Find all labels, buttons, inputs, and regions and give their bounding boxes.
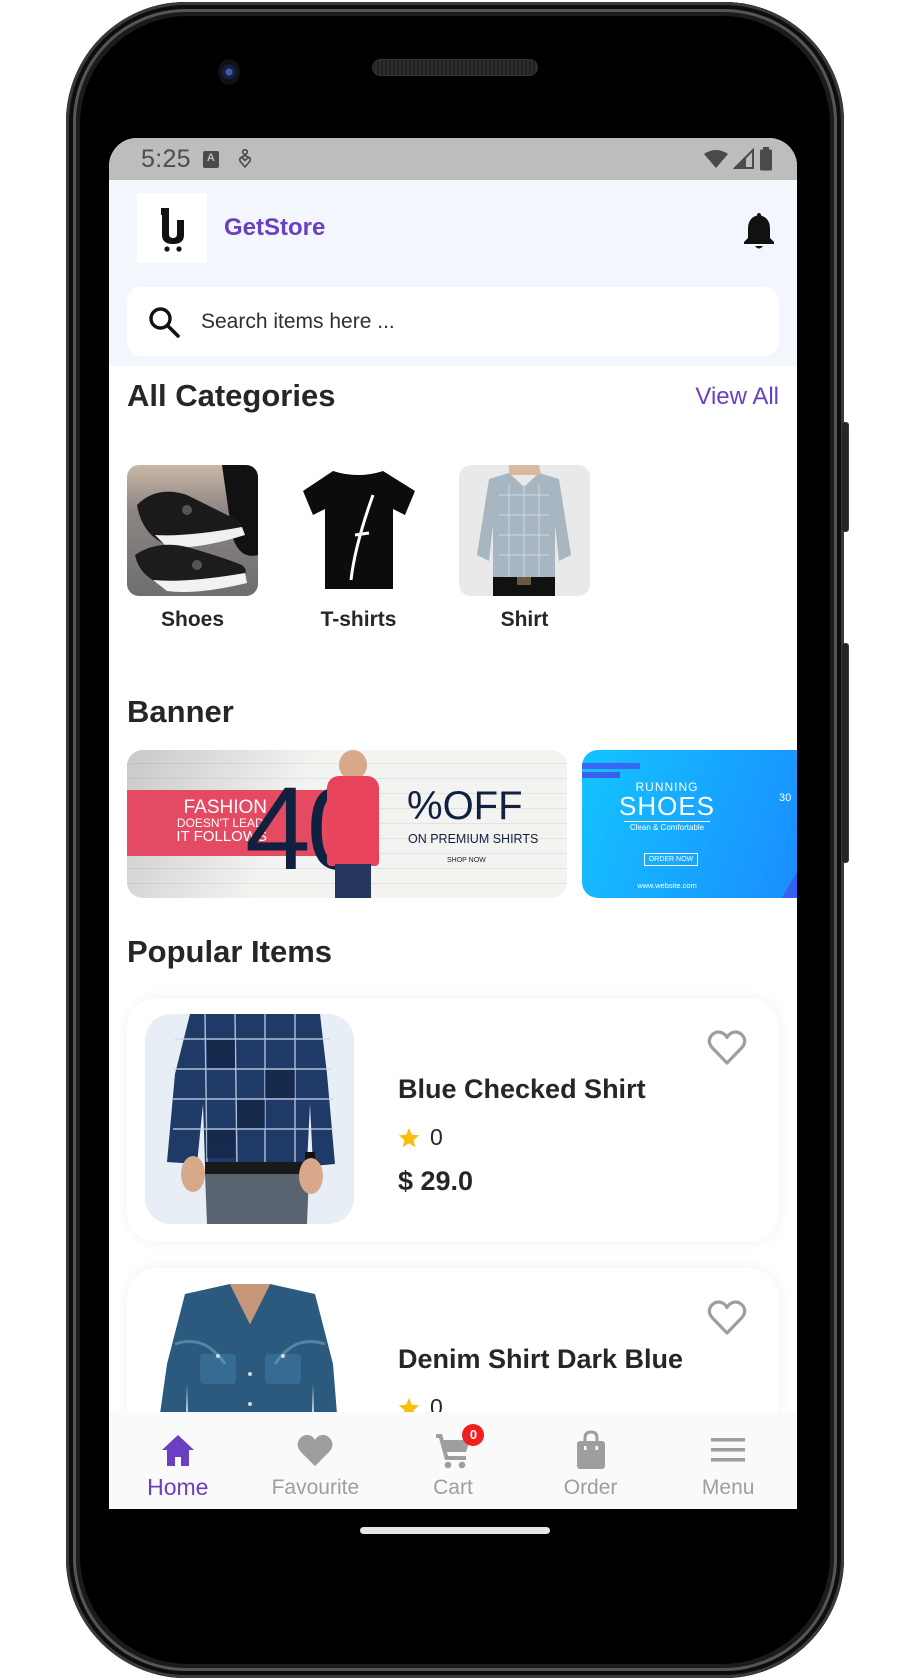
nav-favourite[interactable]: Favourite [247,1430,384,1500]
product-rating: 0 [398,1124,443,1151]
nav-label: Favourite [271,1476,360,1499]
category-label: Shoes [160,608,225,631]
bottom-navigation: Home Favourite 0 Cart Order Menu [109,1412,797,1509]
nav-menu[interactable]: Menu [660,1430,797,1500]
bell-icon [744,213,774,249]
nav-label: Order [563,1476,618,1499]
app-logo[interactable] [137,193,207,263]
cellular-signal-icon [733,148,754,169]
banner-shoes-headline: SHOES [618,791,716,821]
product-card[interactable]: Blue Checked Shirt 0 $ 29.0 [127,998,779,1242]
heart-icon [297,1434,333,1467]
notification-button[interactable] [741,210,777,250]
product-name: Denim Shirt Dark Blue [398,1344,684,1374]
power-button[interactable] [841,422,849,532]
heart-outline-icon [707,1300,747,1335]
front-camera [218,59,240,85]
rating-value: 0 [430,1124,443,1150]
nav-order[interactable]: Order [522,1430,659,1500]
star-icon [398,1127,420,1148]
popular-heading: Popular Items [127,934,332,969]
categories-heading: All Categories [127,378,336,413]
view-all-link[interactable]: View All [695,383,779,411]
text-notification-icon: A [202,150,219,168]
banner-discount-suffix: %OFF [407,784,523,828]
home-gesture-bar[interactable] [360,1527,550,1534]
status-bar: 5:25 A [109,138,797,180]
shopping-bag-icon [576,1430,605,1469]
search-icon [149,306,180,338]
cart-badge: 0 [462,1424,485,1446]
search-bar[interactable] [127,287,779,356]
banner-website: www.website.com [637,881,697,890]
app-header: GetStore [109,180,797,366]
category-image-tshirts [293,465,424,596]
battery-icon [760,147,772,171]
banner-fashion-sale[interactable]: FASHION DOESN'T LEAD; IT FOLLOWS 40 %OFF… [127,750,567,898]
nav-label: Menu [701,1476,755,1499]
product-image [145,1014,354,1224]
cart-logo-icon [161,208,184,252]
category-shirt[interactable]: Shirt [459,465,590,632]
category-label: Shirt [500,608,549,631]
banner-badge-partial: 30 [779,792,792,804]
banner-cta[interactable]: SHOP NOW [447,857,486,864]
app-title: GetStore [224,214,326,241]
banner-shoes-tagline: Clean & Comfortable [629,823,705,832]
earpiece-speaker [372,59,538,76]
nav-label: Cart [433,1476,473,1499]
heart-outline-icon [707,1030,747,1065]
category-tshirts[interactable]: T-shirts [293,465,424,632]
category-image-shoes [127,465,258,596]
banner-tagline: ON PREMIUM SHIRTS [408,832,539,846]
favourite-button[interactable] [707,1298,747,1336]
category-image-shirt [459,465,590,596]
banner-running-shoes[interactable]: RUNNING SHOES Clean & Comfortable ORDER … [582,750,797,898]
search-input[interactable] [201,309,761,334]
nav-home[interactable]: Home [109,1430,246,1501]
app-screen: 5:25 A GetStore Search items here ... Al… [109,138,797,1509]
banner-order-now-button[interactable]: ORDER NOW [644,853,698,866]
favourite-button[interactable] [707,1028,747,1066]
banner-heading: Banner [127,694,234,729]
banner-carousel[interactable]: FASHION DOESN'T LEAD; IT FOLLOWS 40 %OFF… [127,750,797,898]
menu-icon [711,1438,746,1462]
category-label: T-shirts [320,608,397,631]
nav-cart[interactable]: 0 Cart [384,1424,521,1500]
home-icon [161,1435,194,1466]
product-name: Blue Checked Shirt [398,1074,646,1104]
wifi-icon [704,150,728,168]
category-shoes[interactable]: Shoes [127,465,258,632]
product-price: $ 29.0 [398,1166,474,1196]
banner-model [327,750,379,898]
category-list: Shoes T-shirts Shirt [127,465,590,632]
nav-label: Home [147,1474,209,1500]
status-time: 5:25 [141,144,191,173]
accessibility-icon [238,149,251,168]
volume-button[interactable] [841,643,849,863]
